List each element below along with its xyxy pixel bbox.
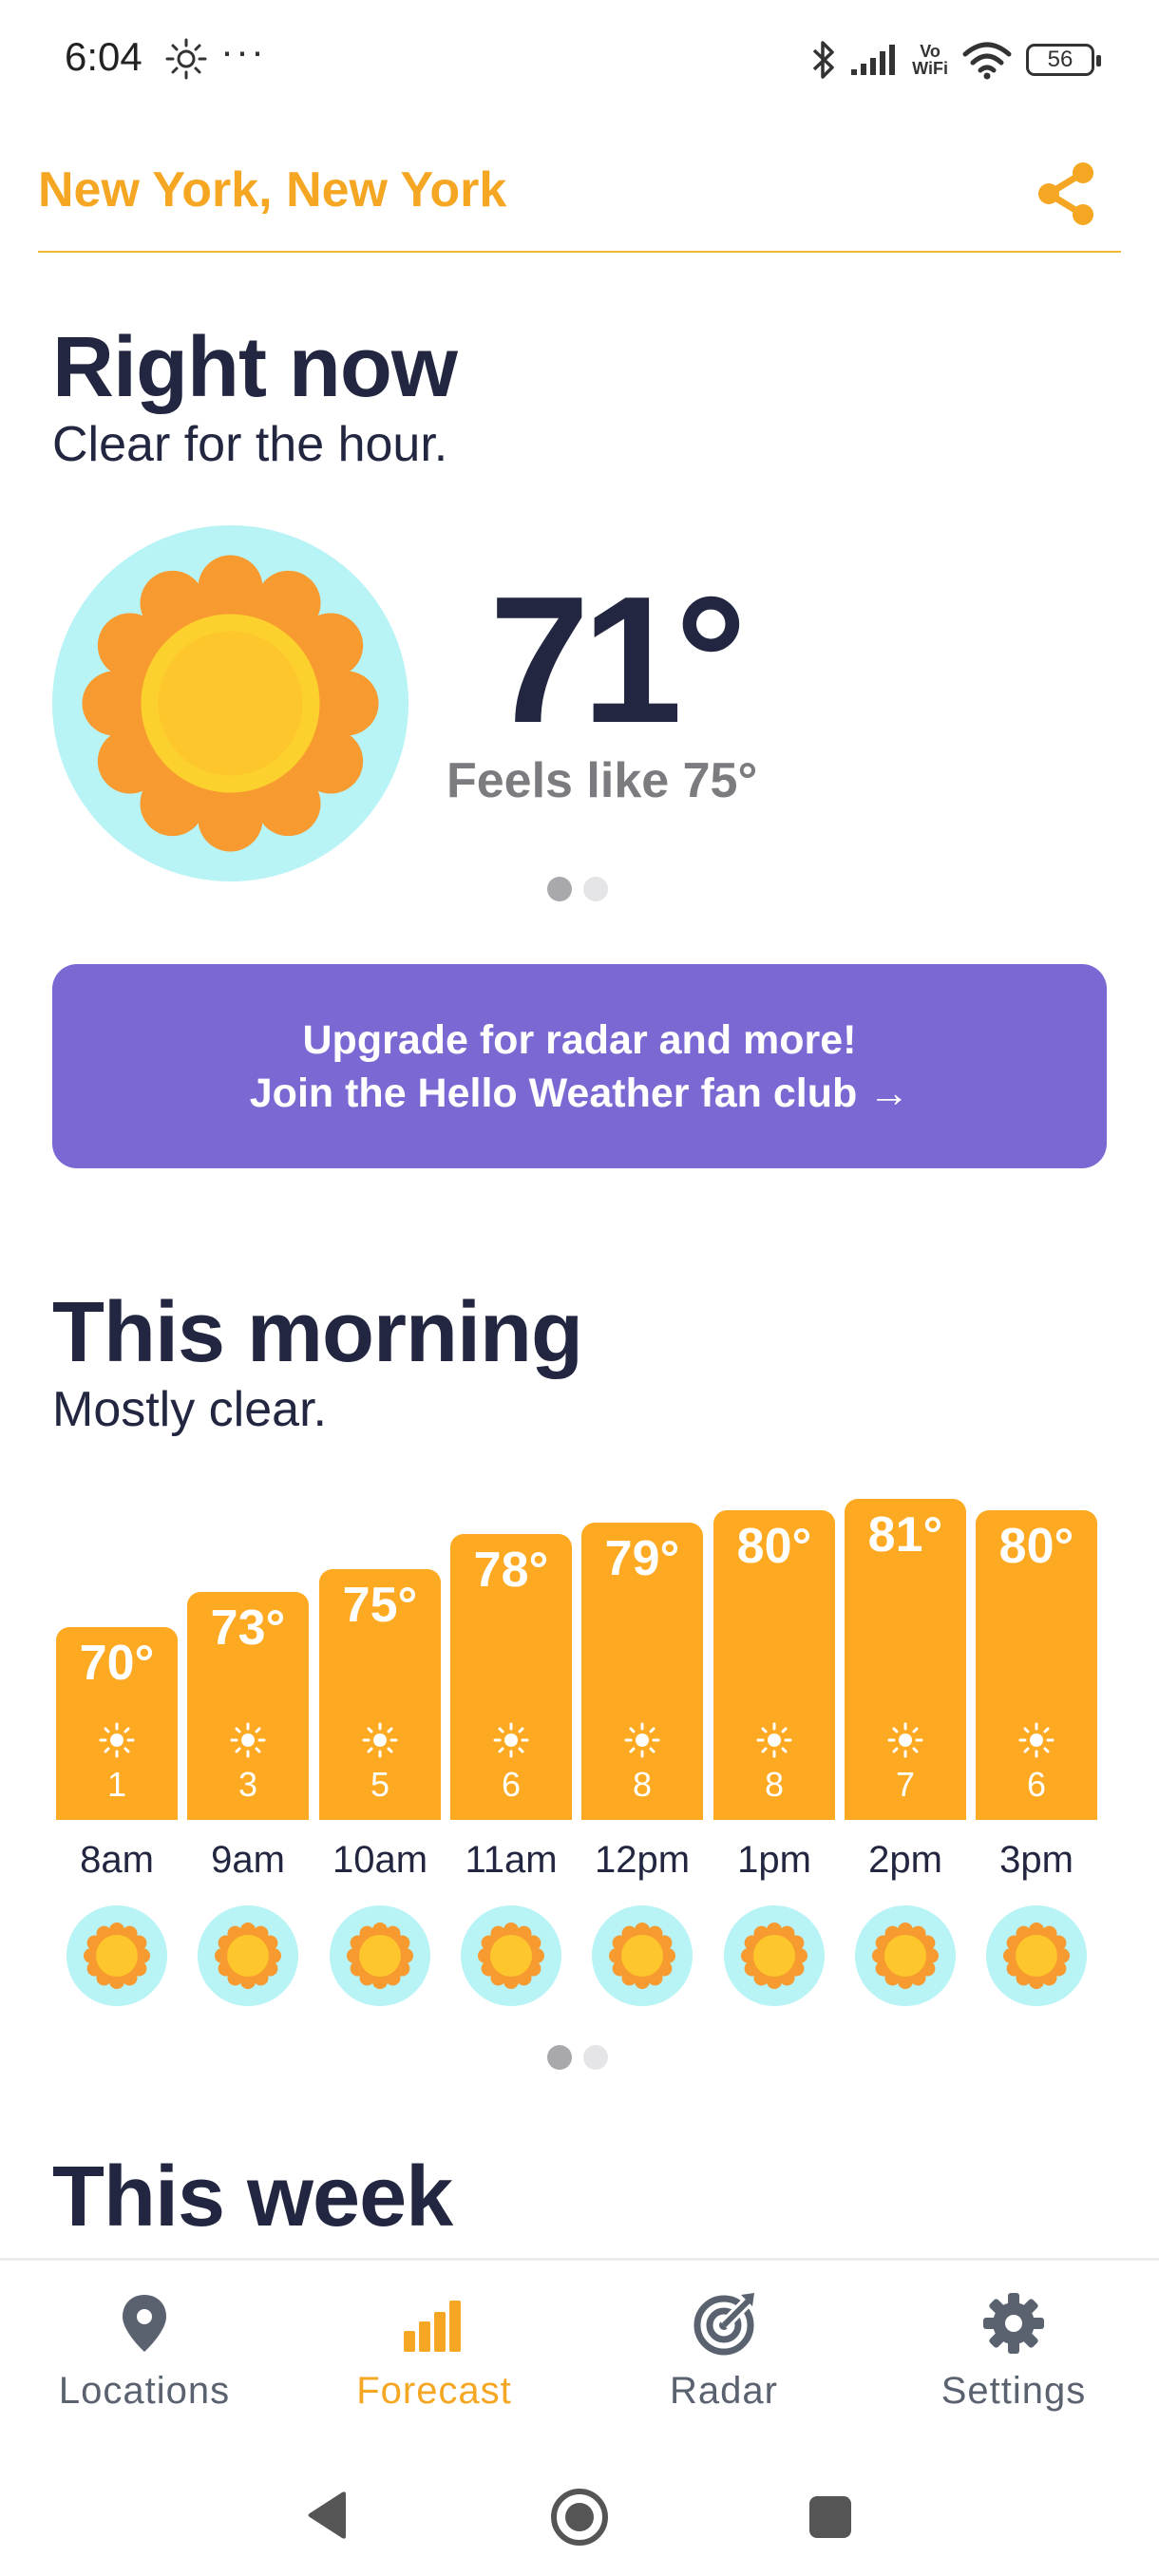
vowifi-icon: Vo WiFi: [912, 42, 948, 78]
this-morning-summary: Mostly clear.: [52, 1382, 327, 1437]
right-now-page-indicator[interactable]: [547, 877, 608, 901]
bar-chart-icon: [404, 2301, 461, 2352]
hourly-temp-label: 70°: [79, 1636, 155, 1691]
hourly-temp-label: 80°: [998, 1519, 1074, 1575]
uv-index-value: 8: [764, 1764, 785, 1804]
hourly-temp-bar: 73° 3: [187, 1592, 309, 1820]
uv-index-value: 1: [106, 1765, 127, 1804]
uv-sun-icon: [886, 1721, 924, 1759]
hourly-temp-bar: 70° 1: [56, 1627, 178, 1820]
bottom-navigation: Locations Forecast Radar Settings: [0, 2258, 1159, 2455]
hourly-page-indicator[interactable]: [547, 2045, 608, 2070]
hourly-temp-label: 75°: [342, 1577, 418, 1633]
clear-sky-sun-icon: [52, 525, 408, 881]
hourly-sun-icon: [461, 1905, 561, 2006]
location-title[interactable]: New York, New York: [38, 161, 506, 218]
right-now-heading: Right now: [52, 320, 458, 415]
nav-label-forecast: Forecast: [356, 2370, 512, 2412]
nav-locations[interactable]: Locations: [2, 2289, 287, 2413]
hourly-sun-icon: [592, 1905, 693, 2006]
hourly-temp-bar: 80° 6: [976, 1510, 1097, 1820]
home-icon[interactable]: [549, 2487, 610, 2548]
this-week-heading: This week: [52, 2150, 453, 2245]
uv-index-value: 6: [1026, 1764, 1047, 1804]
battery-icon: 56: [1026, 44, 1101, 76]
share-icon[interactable]: [1036, 160, 1096, 228]
system-navigation-bar: [0, 2453, 1159, 2576]
hourly-sun-icon: [66, 1905, 167, 2006]
status-time: 6:04: [65, 34, 142, 79]
hourly-temp-label: 80°: [736, 1519, 812, 1575]
brightness-icon: [165, 38, 207, 80]
hourly-temp-bar: 79° 8: [581, 1522, 703, 1820]
page-dot-active[interactable]: [547, 877, 572, 901]
bluetooth-icon: [812, 41, 834, 79]
map-pin-icon: [123, 2295, 166, 2352]
hourly-temp-label: 73°: [210, 1601, 286, 1657]
hour-label: 3pm: [999, 1839, 1074, 1881]
signal-icon: [851, 45, 896, 75]
radar-icon: [694, 2293, 755, 2356]
uv-sun-icon: [492, 1721, 530, 1759]
uv-index-value: 3: [238, 1764, 258, 1804]
hourly-temp-bar: 75° 5: [319, 1568, 441, 1820]
hour-label: 12pm: [594, 1839, 691, 1881]
current-temperature: 71°: [489, 559, 747, 761]
uv-sun-icon: [229, 1721, 267, 1759]
page-dot[interactable]: [583, 2045, 608, 2070]
nav-radar[interactable]: Radar: [581, 2289, 866, 2413]
uv-sun-icon: [623, 1721, 661, 1759]
upgrade-line-1: Upgrade for radar and more!: [302, 1016, 857, 1063]
hourly-temp-label: 81°: [867, 1507, 943, 1563]
hourly-sun-icon: [986, 1905, 1087, 2006]
more-notifications-icon: ···: [220, 28, 266, 73]
status-icons: Vo WiFi 56: [811, 34, 1101, 85]
upgrade-line-2: Join the Hello Weather fan club →: [249, 1070, 910, 1116]
nav-settings[interactable]: Settings: [871, 2289, 1156, 2413]
hour-label: 2pm: [868, 1839, 942, 1881]
hourly-temp-bar: 81° 7: [845, 1499, 966, 1820]
hourly-sun-icon: [198, 1905, 298, 2006]
uv-sun-icon: [1017, 1721, 1055, 1759]
hour-label: 9am: [211, 1839, 285, 1881]
hourly-temp-label: 79°: [604, 1530, 680, 1586]
wifi-icon: [962, 42, 1012, 80]
hourly-sun-icon: [724, 1905, 825, 2006]
hourly-temp-bar: 80° 8: [713, 1510, 835, 1820]
uv-index-value: 8: [632, 1764, 653, 1804]
back-icon[interactable]: [304, 2489, 350, 2542]
hourly-temp-bar: 78° 6: [450, 1533, 572, 1820]
uv-index-value: 7: [895, 1765, 916, 1804]
upgrade-banner[interactable]: Upgrade for radar and more! Join the Hel…: [52, 964, 1107, 1168]
hourly-sun-icon: [855, 1905, 956, 2006]
recents-icon[interactable]: [808, 2494, 853, 2540]
hour-label: 1pm: [737, 1839, 811, 1881]
hour-label: 8am: [80, 1839, 154, 1881]
hour-label: 11am: [465, 1839, 558, 1881]
uv-sun-icon: [755, 1721, 793, 1759]
header-divider: [38, 251, 1121, 253]
feels-like-temperature: Feels like 75°: [446, 753, 758, 808]
hour-label: 10am: [332, 1839, 428, 1881]
uv-sun-icon: [98, 1721, 136, 1759]
nav-label-radar: Radar: [670, 2370, 778, 2412]
page-dot-active[interactable]: [547, 2045, 572, 2070]
this-morning-heading: This morning: [52, 1285, 583, 1380]
uv-index-value: 5: [370, 1764, 390, 1804]
uv-index-value: 6: [501, 1764, 522, 1804]
gear-icon: [983, 2293, 1044, 2354]
right-now-summary: Clear for the hour.: [52, 417, 448, 472]
hourly-temp-label: 78°: [473, 1542, 549, 1598]
page-dot[interactable]: [583, 877, 608, 901]
nav-label-locations: Locations: [58, 2370, 231, 2412]
uv-sun-icon: [361, 1721, 399, 1759]
hourly-sun-icon: [330, 1905, 430, 2006]
nav-label-settings: Settings: [940, 2370, 1087, 2412]
nav-forecast[interactable]: Forecast: [292, 2289, 577, 2413]
